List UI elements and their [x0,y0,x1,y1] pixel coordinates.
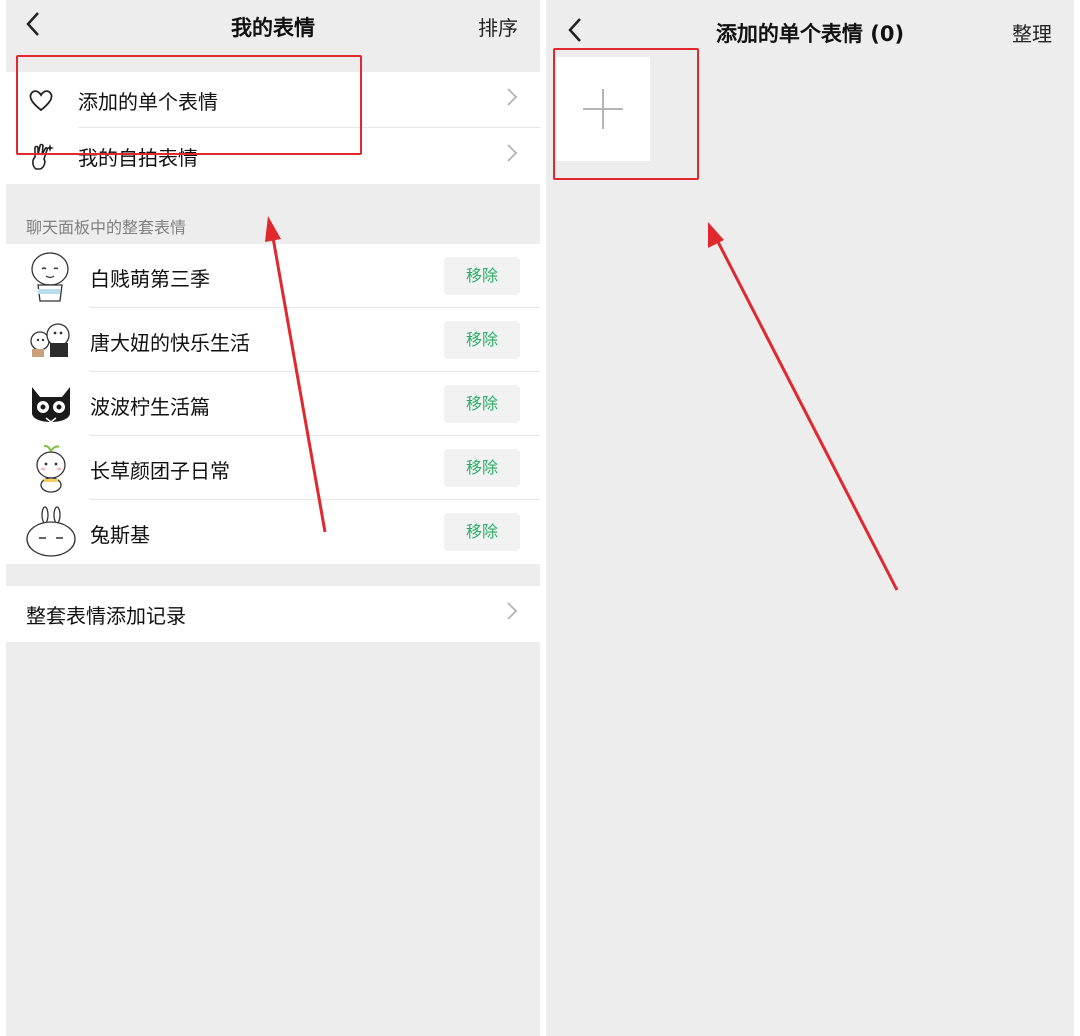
annotation-arrow-right [708,222,899,591]
annotation-arrow-left [265,216,327,533]
annotation-arrows [265,216,899,591]
